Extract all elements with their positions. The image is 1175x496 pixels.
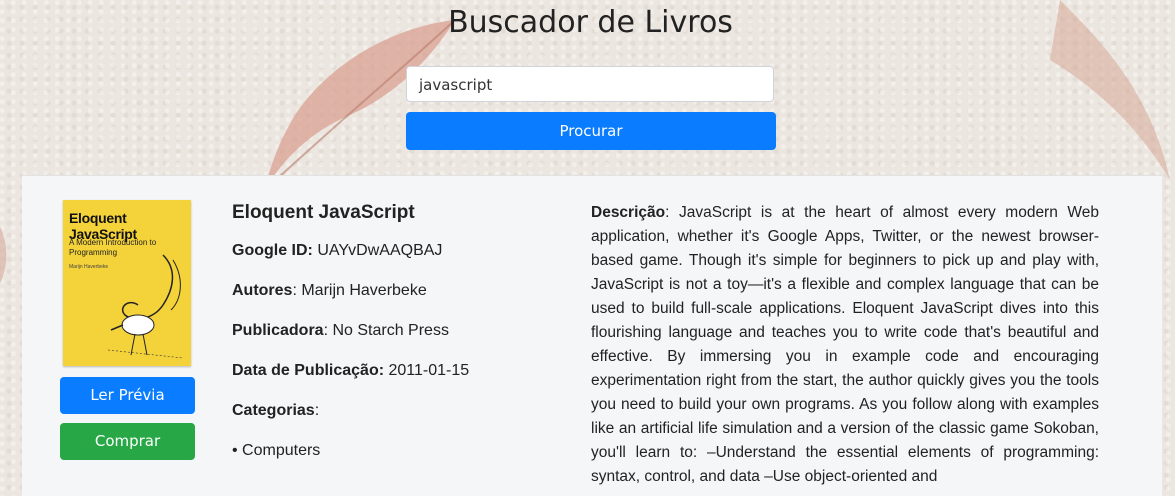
- published-row: Data de Publicação: 2011-01-15: [232, 362, 469, 380]
- buy-button[interactable]: Comprar: [60, 423, 195, 460]
- published-value: 2011-01-15: [388, 362, 470, 379]
- book-description: Descrição: JavaScript is at the heart of…: [591, 204, 1099, 485]
- categories-row: Categorias:: [232, 402, 320, 419]
- published-label: Data de Publicação:: [232, 362, 385, 379]
- leaf-decoration: [0, 226, 7, 284]
- category-value: Computers: [242, 442, 321, 459]
- book-card: Eloquent JavaScript A Modern Introductio…: [22, 175, 1162, 496]
- publisher-label: Publicadora: [232, 322, 324, 339]
- search-button[interactable]: Procurar: [406, 112, 776, 150]
- google-id-value: UAYvDwAAQBAJ: [317, 242, 443, 259]
- authors-row: Autores: Marijn Haverbeke: [232, 282, 427, 299]
- category-item: • Computers: [232, 442, 321, 459]
- publisher-value: No Starch Press: [332, 322, 449, 339]
- authors-label: Autores: [232, 282, 293, 299]
- book-cover: Eloquent JavaScript A Modern Introductio…: [63, 200, 191, 366]
- search-input[interactable]: javascript: [406, 66, 774, 102]
- description-label: Descrição: [591, 204, 666, 221]
- book-title: Eloquent JavaScript: [232, 202, 415, 223]
- preview-button[interactable]: Ler Prévia: [60, 377, 195, 414]
- authors-value: Marijn Haverbeke: [301, 282, 427, 299]
- description-text: JavaScript is at the heart of almost eve…: [591, 204, 1099, 485]
- categories-label: Categorias: [232, 402, 315, 419]
- bird-illustration: [107, 254, 184, 359]
- publisher-row: Publicadora: No Starch Press: [232, 322, 449, 339]
- page-title: Buscador de Livros: [448, 5, 733, 40]
- google-id-row: Google ID: UAYvDwAAQBAJ: [232, 242, 442, 260]
- google-id-label: Google ID:: [232, 242, 313, 259]
